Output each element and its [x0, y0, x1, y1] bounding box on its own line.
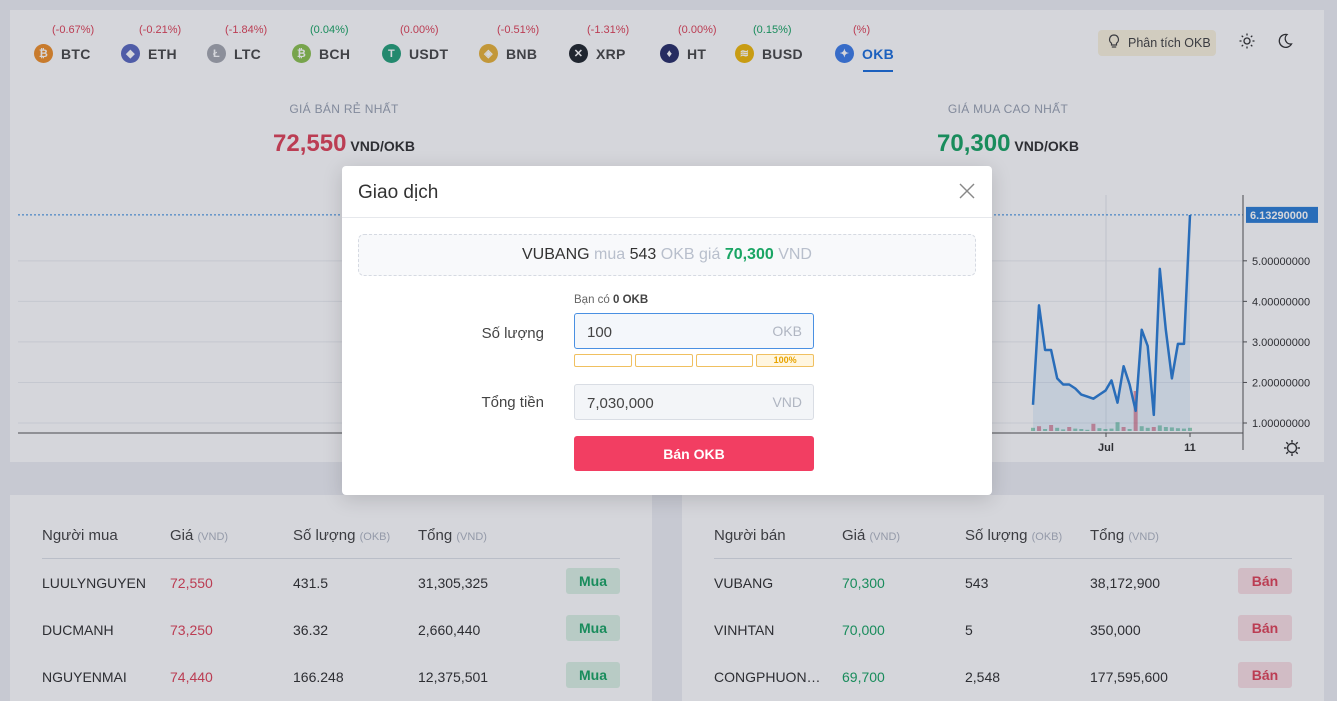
percent-option-100[interactable]: 100% [756, 354, 814, 367]
offer-qty: 543 [629, 246, 657, 263]
total-unit: VND [772, 394, 802, 410]
close-icon[interactable] [958, 182, 976, 200]
quantity-value: 100 [587, 324, 613, 341]
balance-prefix: Bạn có [574, 294, 610, 306]
offer-price: 70,300 [724, 246, 774, 263]
balance-hint: Bạn có 0 OKB [574, 294, 648, 306]
offer-user: VUBANG [522, 246, 590, 263]
trade-dialog: Giao dịch VUBANG mua 543 OKB giá 70,300 … [342, 166, 992, 495]
total-label: Tổng tiền [481, 394, 544, 411]
quantity-unit: OKB [772, 323, 802, 339]
percent-option-50[interactable] [634, 354, 693, 367]
offer-currency: VND [778, 246, 812, 263]
total-value: 7,030,000 [587, 395, 654, 412]
percent-option-25[interactable] [574, 354, 632, 367]
quantity-input[interactable]: 100 OKB [574, 313, 814, 349]
offer-coin-price: OKB giá [660, 246, 721, 263]
balance-amount: 0 OKB [613, 294, 649, 306]
offer-summary: VUBANG mua 543 OKB giá 70,300 VND [358, 234, 976, 276]
percent-selector: 100% [574, 354, 814, 367]
total-field[interactable]: 7,030,000 VND [574, 384, 814, 420]
sell-submit-button[interactable]: Bán OKB [574, 436, 814, 471]
dialog-divider [342, 217, 992, 218]
offer-word-buy: mua [594, 246, 626, 263]
percent-option-75[interactable] [695, 354, 754, 367]
dialog-title: Giao dịch [358, 182, 439, 203]
quantity-label: Số lượng [481, 325, 544, 342]
